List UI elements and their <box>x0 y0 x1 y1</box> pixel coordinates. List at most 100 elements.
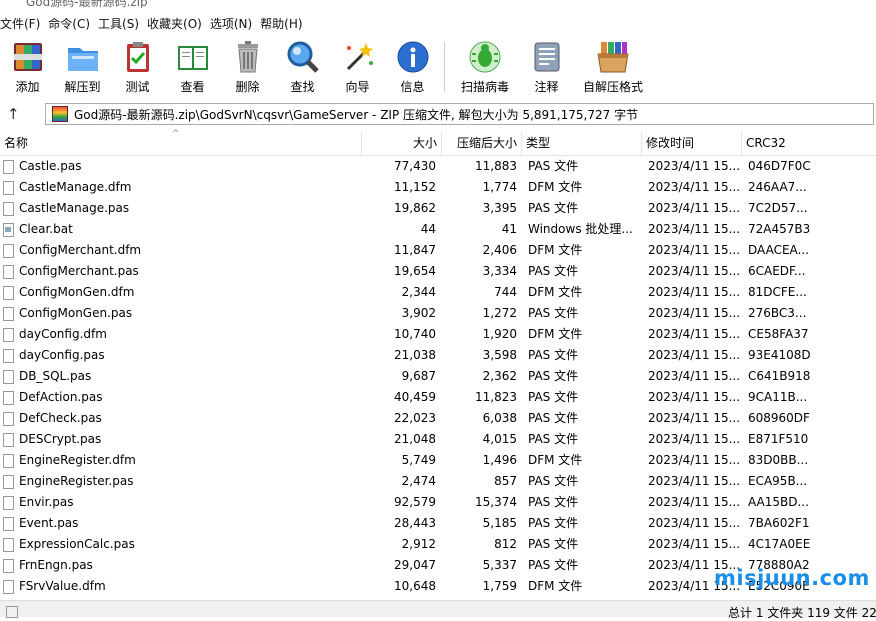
trash-icon <box>230 39 266 75</box>
file-name: CastleManage.dfm <box>19 180 132 194</box>
file-name: dayConfig.pas <box>19 348 105 362</box>
cell-type: PAS 文件 <box>528 264 579 278</box>
file-icon <box>3 516 14 531</box>
table-row[interactable]: Envir.pas 92,579 15,374 PAS 文件 2023/4/11 15.… <box>0 492 876 513</box>
menu-tools[interactable]: 工具(S) <box>98 15 147 32</box>
cell-size: 40,459 <box>394 390 436 404</box>
table-row[interactable]: Clear.bat 44 41 Windows 批处理... 2023/4/11 15.… <box>0 219 876 240</box>
table-row[interactable]: Event.pas 28,443 5,185 PAS 文件 2023/4/11 15..… <box>0 513 876 534</box>
cell-name: ConfigMerchant.dfm <box>0 240 360 261</box>
table-row[interactable]: dayConfig.pas 21,038 3,598 PAS 文件 2023/4/11 … <box>0 345 876 366</box>
cell-crc: ECA95B... <box>748 474 808 488</box>
cell-packed: 1,496 <box>482 453 517 467</box>
file-icon <box>3 285 14 300</box>
comment-icon <box>529 39 565 75</box>
add-label: 添加 <box>15 80 40 94</box>
cell-modified: 2023/4/11 15... <box>648 327 740 341</box>
column-modified[interactable]: 修改时间 <box>642 131 742 155</box>
cell-size: 10,648 <box>394 579 436 593</box>
table-row[interactable]: ConfigMerchant.dfm 11,847 2,406 DFM 文件 2023/… <box>0 240 876 261</box>
view-label: 查看 <box>180 80 205 94</box>
table-row[interactable]: ConfigMonGen.dfm 2,344 744 DFM 文件 2023/4/11 … <box>0 282 876 303</box>
column-name[interactable]: 名称 <box>0 131 362 155</box>
table-row[interactable]: CastleManage.pas 19,862 3,395 PAS 文件 2023/4/… <box>0 198 876 219</box>
cell-packed: 5,185 <box>482 516 517 530</box>
cell-size: 2,912 <box>401 537 436 551</box>
up-folder-icon[interactable]: ↑ <box>7 105 20 123</box>
file-icon <box>3 369 14 384</box>
table-row[interactable]: DESCrypt.pas 21,048 4,015 PAS 文件 2023/4/11 1… <box>0 429 876 450</box>
cell-packed: 41 <box>501 222 517 236</box>
cell-crc: 246AA7... <box>748 180 807 194</box>
status-drive-icon <box>6 606 18 618</box>
add-button[interactable]: 添加 <box>0 36 55 96</box>
table-row[interactable]: EngineRegister.dfm 5,749 1,496 DFM 文件 2023/4… <box>0 450 876 471</box>
table-row[interactable]: dayConfig.dfm 10,740 1,920 DFM 文件 2023/4/11 … <box>0 324 876 345</box>
table-row[interactable]: DefCheck.pas 22,023 6,038 PAS 文件 2023/4/11 1… <box>0 408 876 429</box>
table-row[interactable]: ExpressionCalc.pas 2,912 812 PAS 文件 2023/4/1… <box>0 534 876 555</box>
add-archive-icon <box>10 39 46 75</box>
file-name: FSrvValue.dfm <box>19 579 106 593</box>
menu-command[interactable]: 命令(C) <box>48 15 98 32</box>
info-button[interactable]: 信息 <box>385 36 440 96</box>
cell-name: EngineRegister.dfm <box>0 450 360 471</box>
delete-button[interactable]: 删除 <box>220 36 275 96</box>
cell-size: 10,740 <box>394 327 436 341</box>
cell-crc: 9CA11B... <box>748 390 808 404</box>
cell-packed: 2,362 <box>482 369 517 383</box>
file-name: dayConfig.dfm <box>19 327 107 341</box>
cell-name: Envir.pas <box>0 492 360 513</box>
menu-help[interactable]: 帮助(H) <box>260 15 310 32</box>
extract-to-button[interactable]: 解压到 <box>55 36 110 96</box>
cell-crc: E871F510 <box>748 432 809 446</box>
cell-name: CastleManage.dfm <box>0 177 360 198</box>
table-row[interactable]: ConfigMerchant.pas 19,654 3,334 PAS 文件 2023/… <box>0 261 876 282</box>
virus-scan-button[interactable]: 扫描病毒 <box>451 36 519 96</box>
cell-crc: 6CAEDF... <box>748 264 806 278</box>
column-size[interactable]: 大小 <box>362 131 442 155</box>
menu-file[interactable]: 文件(F) <box>0 15 48 32</box>
file-name: DefAction.pas <box>19 390 103 404</box>
cell-name: ConfigMerchant.pas <box>0 261 360 282</box>
cell-packed: 744 <box>494 285 517 299</box>
find-button[interactable]: 查找 <box>275 36 330 96</box>
sfx-button[interactable]: 自解压格式 <box>574 36 652 96</box>
path-field[interactable]: God源码-最新源码.zip\GodSvrN\cqsvr\GameServer … <box>45 103 874 125</box>
test-button[interactable]: 测试 <box>110 36 165 96</box>
cell-type: DFM 文件 <box>528 453 583 467</box>
file-icon <box>3 327 14 342</box>
table-row[interactable]: Castle.pas 77,430 11,883 PAS 文件 2023/4/11 15… <box>0 156 876 177</box>
cell-size: 22,023 <box>394 411 436 425</box>
view-button[interactable]: 查看 <box>165 36 220 96</box>
cell-modified: 2023/4/11 15... <box>648 201 740 215</box>
cell-modified: 2023/4/11 15... <box>648 306 740 320</box>
cell-modified: 2023/4/11 15... <box>648 180 740 194</box>
cell-type: DFM 文件 <box>528 327 583 341</box>
file-icon <box>3 264 14 279</box>
file-icon <box>3 222 14 237</box>
comment-button[interactable]: 注释 <box>519 36 574 96</box>
file-name: Envir.pas <box>19 495 74 509</box>
cell-type: PAS 文件 <box>528 558 579 572</box>
menu-bar: 文件(F) 命令(C) 工具(S) 收藏夹(O) 选项(N) 帮助(H) <box>0 12 876 34</box>
table-row[interactable]: EngineRegister.pas 2,474 857 PAS 文件 2023/4/1… <box>0 471 876 492</box>
cell-name: Castle.pas <box>0 156 360 177</box>
column-packed[interactable]: 压缩后大小 <box>442 131 522 155</box>
cell-size: 11,152 <box>394 180 436 194</box>
cell-name: DESCrypt.pas <box>0 429 360 450</box>
cell-name: DB_SQL.pas <box>0 366 360 387</box>
status-bar: 总计 1 文件夹 119 文件 22 <box>0 600 876 620</box>
table-row[interactable]: ConfigMonGen.pas 3,902 1,272 PAS 文件 2023/4/1… <box>0 303 876 324</box>
file-list: Castle.pas 77,430 11,883 PAS 文件 2023/4/11 15… <box>0 156 876 597</box>
table-row[interactable]: DB_SQL.pas 9,687 2,362 PAS 文件 2023/4/11 15..… <box>0 366 876 387</box>
cell-crc: 81DCFE... <box>748 285 807 299</box>
cell-packed: 3,334 <box>482 264 517 278</box>
table-row[interactable]: CastleManage.dfm 11,152 1,774 DFM 文件 2023/4/… <box>0 177 876 198</box>
table-row[interactable]: DefAction.pas 40,459 11,823 PAS 文件 2023/4/11… <box>0 387 876 408</box>
menu-favorites[interactable]: 收藏夹(O) <box>147 15 210 32</box>
column-crc[interactable]: CRC32 <box>742 131 812 155</box>
column-type[interactable]: 类型 <box>522 131 642 155</box>
wizard-button[interactable]: 向导 <box>330 36 385 96</box>
menu-options[interactable]: 选项(N) <box>210 15 260 32</box>
path-text: God源码-最新源码.zip\GodSvrN\cqsvr\GameServer … <box>74 107 639 122</box>
